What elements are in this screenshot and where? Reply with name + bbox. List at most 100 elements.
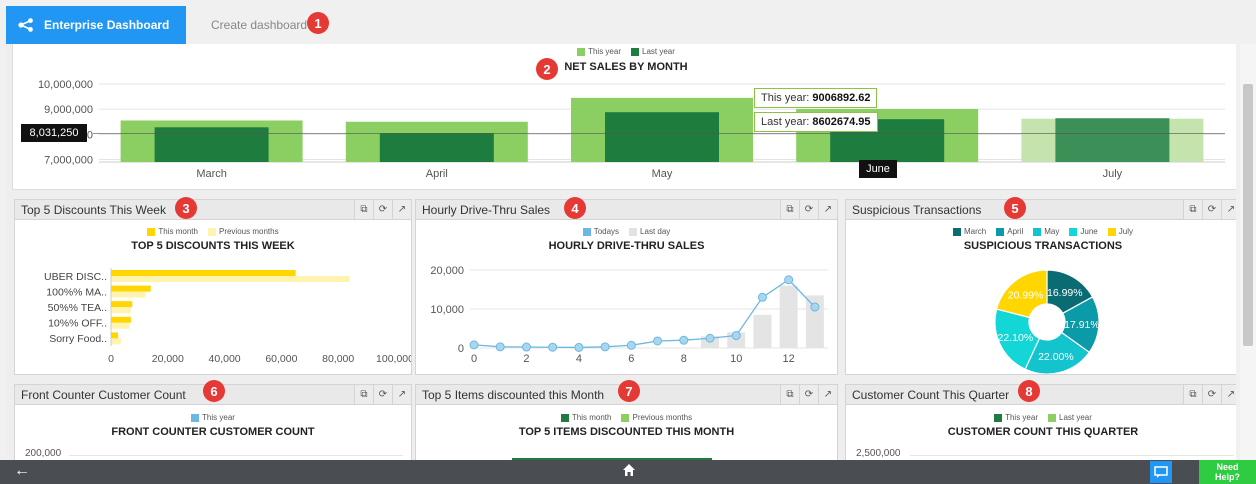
net-sales-chart[interactable]: 7,000,0008,000,0009,000,00010,000,000Mar… xyxy=(13,70,1236,190)
discounts-chart[interactable]: UBER DISC.. 100%% MA.. 50%% TEA.. 10%% OFF.… xyxy=(15,264,411,374)
bar-this-month xyxy=(111,270,296,276)
legend-item[interactable]: Last year xyxy=(1048,413,1092,422)
popout-icon[interactable]: ⧉ xyxy=(780,200,799,219)
quarter-title: CUSTOMER COUNT THIS QUARTER xyxy=(947,426,1139,438)
legend-item[interactable]: Previous months xyxy=(621,413,692,422)
pie-value-label: 22.10% xyxy=(998,332,1034,344)
x-tick-label: 8 xyxy=(681,353,687,365)
refresh-icon[interactable]: ⟳ xyxy=(1202,200,1221,219)
popout-icon[interactable]: ⧉ xyxy=(354,200,373,219)
legend-item[interactable]: Last year xyxy=(631,47,675,56)
expand-icon[interactable]: ↗ xyxy=(1221,200,1236,219)
legend-item[interactable]: This month xyxy=(560,413,611,422)
crosshair-y-value: 8,031,250 xyxy=(21,124,87,142)
top-bar: Enterprise Dashboard Create dashboard xyxy=(0,0,1256,44)
bar-this-month xyxy=(111,316,131,323)
refresh-icon[interactable]: ⟳ xyxy=(799,385,818,404)
point-todays xyxy=(653,336,663,346)
x-tick-label: 100,000 xyxy=(376,353,411,365)
popout-icon[interactable]: ⧉ xyxy=(354,385,373,404)
x-tick-label: 20,000 xyxy=(152,353,184,365)
point-todays xyxy=(757,292,767,302)
quarter-legend: This year Last year xyxy=(846,413,1236,422)
expand-icon[interactable]: ↗ xyxy=(818,200,837,219)
gridline xyxy=(69,455,403,456)
widget-customer-quarter: Customer Count This Quarter ⧉ ⟳ ↗ This yea… xyxy=(845,384,1236,460)
back-arrow-icon[interactable]: ← xyxy=(14,462,30,480)
front-title: FRONT COUNTER CUSTOMER COUNT xyxy=(111,426,315,438)
legend-item[interactable]: April xyxy=(996,227,1023,236)
bar-last-year xyxy=(605,112,719,162)
x-tick-label: May xyxy=(652,168,673,180)
bar-last-year xyxy=(1055,118,1170,162)
home-icon[interactable] xyxy=(622,463,636,482)
share-icon xyxy=(18,18,33,32)
x-tick-label: 4 xyxy=(576,353,582,365)
x-tick-label: April xyxy=(426,168,448,180)
refresh-icon[interactable]: ⟳ xyxy=(373,200,392,219)
legend-item[interactable]: July xyxy=(1107,227,1133,236)
refresh-icon[interactable]: ⟳ xyxy=(799,200,818,219)
enterprise-dashboard-tab[interactable]: Enterprise Dashboard xyxy=(6,6,186,44)
need-help-button[interactable]: Need Help? xyxy=(1199,460,1256,484)
y-tick-label: 10,000 xyxy=(430,304,464,316)
popout-icon[interactable]: ⧉ xyxy=(780,385,799,404)
quarter-y-tick: 2,500,000 xyxy=(856,448,901,459)
drive-legend: Todays Last day xyxy=(416,227,837,236)
callout-5: 5 xyxy=(1004,197,1026,219)
legend-item[interactable]: June xyxy=(1069,227,1098,236)
bar-this-month xyxy=(111,285,151,292)
chat-icon[interactable] xyxy=(1150,461,1172,483)
expand-icon[interactable]: ↗ xyxy=(1221,385,1236,404)
bar-last-year xyxy=(379,133,494,162)
y-tick-label: 10,000,000 xyxy=(38,79,93,91)
pie-value-label: 17.91% xyxy=(1064,319,1100,331)
legend-item[interactable]: This year xyxy=(994,413,1038,422)
widget-header[interactable]: Top 5 Discounts This Week ⧉ ⟳ ↗ xyxy=(15,200,411,220)
bar-last-year xyxy=(154,127,269,162)
crosshair-x-label: June xyxy=(859,160,897,178)
x-tick-label: 0 xyxy=(108,353,114,365)
tooltip-last-year: Last year: 8602674.95 xyxy=(754,112,878,132)
category-label: Sorry Food.. xyxy=(49,333,107,345)
discounts-legend: This month Previous months xyxy=(15,227,411,236)
category-label: UBER DISC.. xyxy=(44,271,107,283)
widget-header[interactable]: Hourly Drive-Thru Sales ⧉ ⟳ ↗ xyxy=(416,200,837,220)
x-tick-label: March xyxy=(196,168,227,180)
point-todays xyxy=(626,340,636,350)
scrollbar-thumb[interactable] xyxy=(1243,84,1253,346)
point-todays xyxy=(469,340,479,350)
widget-header[interactable]: Customer Count This Quarter ⧉ ⟳ ↗ xyxy=(846,385,1236,405)
legend-item[interactable]: May xyxy=(1033,227,1059,236)
popout-icon[interactable]: ⧉ xyxy=(1183,385,1202,404)
legend-item[interactable]: Last day xyxy=(629,227,670,236)
legend-item[interactable]: Previous months xyxy=(207,227,279,236)
bar-previous-months xyxy=(111,322,130,329)
widget-drive-thru: Hourly Drive-Thru Sales ⧉ ⟳ ↗ Todays Last … xyxy=(415,199,838,375)
point-todays xyxy=(495,342,505,352)
legend-item[interactable]: This year xyxy=(191,413,235,422)
legend-item[interactable]: Todays xyxy=(582,227,619,236)
popout-icon[interactable]: ⧉ xyxy=(1183,200,1202,219)
refresh-icon[interactable]: ⟳ xyxy=(373,385,392,404)
legend-item[interactable]: This month xyxy=(147,227,198,236)
gridline xyxy=(910,455,1234,456)
suspicious-pie-chart[interactable]: 16.99% 17.91% 22.00% 22.10% 20.99% xyxy=(846,260,1236,374)
bar-previous-months xyxy=(111,276,350,282)
drive-thru-chart[interactable]: 0 10,000 20,000 0 2 4 6 8 10 12 xyxy=(416,264,837,374)
net-sales-panel: This year Last year NET SALES BY MONTH 7… xyxy=(12,44,1236,190)
legend-item[interactable]: March xyxy=(953,227,986,236)
callout-7: 7 xyxy=(618,380,640,402)
expand-icon[interactable]: ↗ xyxy=(818,385,837,404)
discounts-title: TOP 5 DISCOUNTS THIS WEEK xyxy=(131,240,295,252)
refresh-icon[interactable]: ⟳ xyxy=(1202,385,1221,404)
bar-previous-months xyxy=(111,338,121,345)
expand-icon[interactable]: ↗ xyxy=(392,385,411,404)
pie-value-label: 20.99% xyxy=(1008,289,1044,301)
point-todays xyxy=(548,342,558,352)
widget-header[interactable]: Suspicious Transactions ⧉ ⟳ ↗ xyxy=(846,200,1236,220)
callout-2: 2 xyxy=(536,58,558,80)
create-dashboard-tab[interactable]: Create dashboard xyxy=(211,18,307,32)
expand-icon[interactable]: ↗ xyxy=(392,200,411,219)
legend-item[interactable]: This year xyxy=(577,47,621,56)
